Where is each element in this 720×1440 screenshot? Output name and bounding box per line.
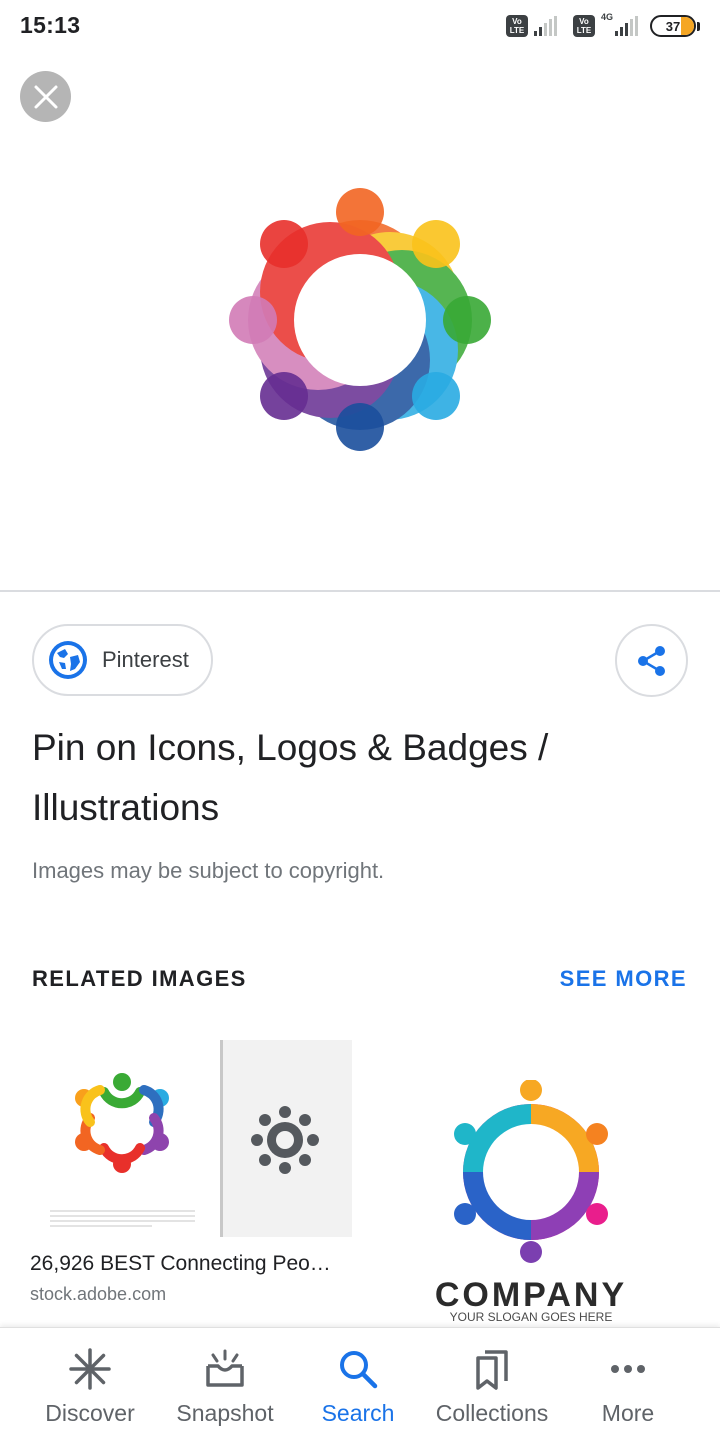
preview-image[interactable]: [0, 130, 720, 590]
company-slogan: YOUR SLOGAN GOES HERE: [449, 1310, 613, 1324]
close-button[interactable]: [20, 71, 71, 122]
status-time: 15:13: [20, 12, 81, 38]
page-title[interactable]: Pin on Icons, Logos & Badges / Illustrat…: [32, 718, 672, 838]
nav-label: Snapshot: [176, 1400, 274, 1426]
divider: [0, 590, 720, 592]
nav-label: More: [601, 1400, 655, 1426]
battery-tip: [697, 21, 700, 31]
volte-icon-2: Vo LTE: [572, 15, 595, 37]
status-bar: 15:13 Vo LTE Vo LTE 4G 37: [0, 0, 720, 52]
nav-snapshot[interactable]: Snapshot: [155, 1328, 295, 1440]
status-icons: Vo LTE Vo LTE 4G 37: [505, 12, 700, 40]
battery-level: 37: [665, 18, 681, 34]
asterisk-icon: [69, 1348, 111, 1390]
see-more-link[interactable]: SEE MORE: [560, 966, 687, 992]
gray-people-logo: [251, 1106, 319, 1174]
bottom-navigation: Discover Snapshot Search Collections Mor…: [0, 1327, 720, 1440]
globe-icon: [49, 641, 87, 679]
signal-strength-icon-2: [615, 16, 638, 36]
related-thumbnail: [30, 1040, 220, 1237]
related-image-card[interactable]: COMPANY YOUR SLOGAN GOES HERE: [420, 1079, 650, 1328]
related-card-title: 26,926 BEST Connecting Peo…: [30, 1252, 331, 1275]
nav-search[interactable]: Search: [288, 1328, 428, 1440]
related-images-heading: RELATED IMAGES: [32, 966, 247, 991]
related-thumbnail-gray: [223, 1040, 352, 1237]
nav-more[interactable]: More: [558, 1328, 698, 1440]
share-button[interactable]: [615, 624, 688, 697]
source-chip[interactable]: Pinterest: [32, 624, 213, 696]
bookmarks-icon: [476, 1350, 508, 1390]
volte-icon: Vo LTE: [505, 15, 528, 37]
related-image-card[interactable]: 26,926 BEST Connecting Peo… stock.adobe.…: [30, 1040, 352, 1310]
nav-label: Search: [321, 1400, 395, 1426]
search-icon: [340, 1351, 378, 1389]
signal-strength-icon: [533, 16, 557, 36]
copyright-notice[interactable]: Images may be subject to copyright.: [32, 858, 384, 884]
network-type: 4G: [600, 12, 613, 22]
battery-fill: [681, 17, 694, 35]
snapshot-icon: [206, 1349, 244, 1387]
nav-label: Discover: [45, 1400, 135, 1426]
nav-discover[interactable]: Discover: [20, 1328, 160, 1440]
company-logo-graphic: [454, 1079, 608, 1263]
close-icon: [34, 85, 57, 108]
people-circle-logo: [229, 188, 491, 451]
related-card-domain: stock.adobe.com: [30, 1284, 167, 1304]
share-icon: [637, 645, 665, 676]
nav-label: Collections: [435, 1400, 549, 1426]
battery-icon: 37: [650, 15, 696, 37]
more-dots-icon: [611, 1365, 645, 1373]
source-name: Pinterest: [102, 647, 189, 672]
connecting-people-logo: [75, 1073, 169, 1173]
nav-collections[interactable]: Collections: [422, 1328, 562, 1440]
fine-print-lines: [50, 1210, 195, 1230]
